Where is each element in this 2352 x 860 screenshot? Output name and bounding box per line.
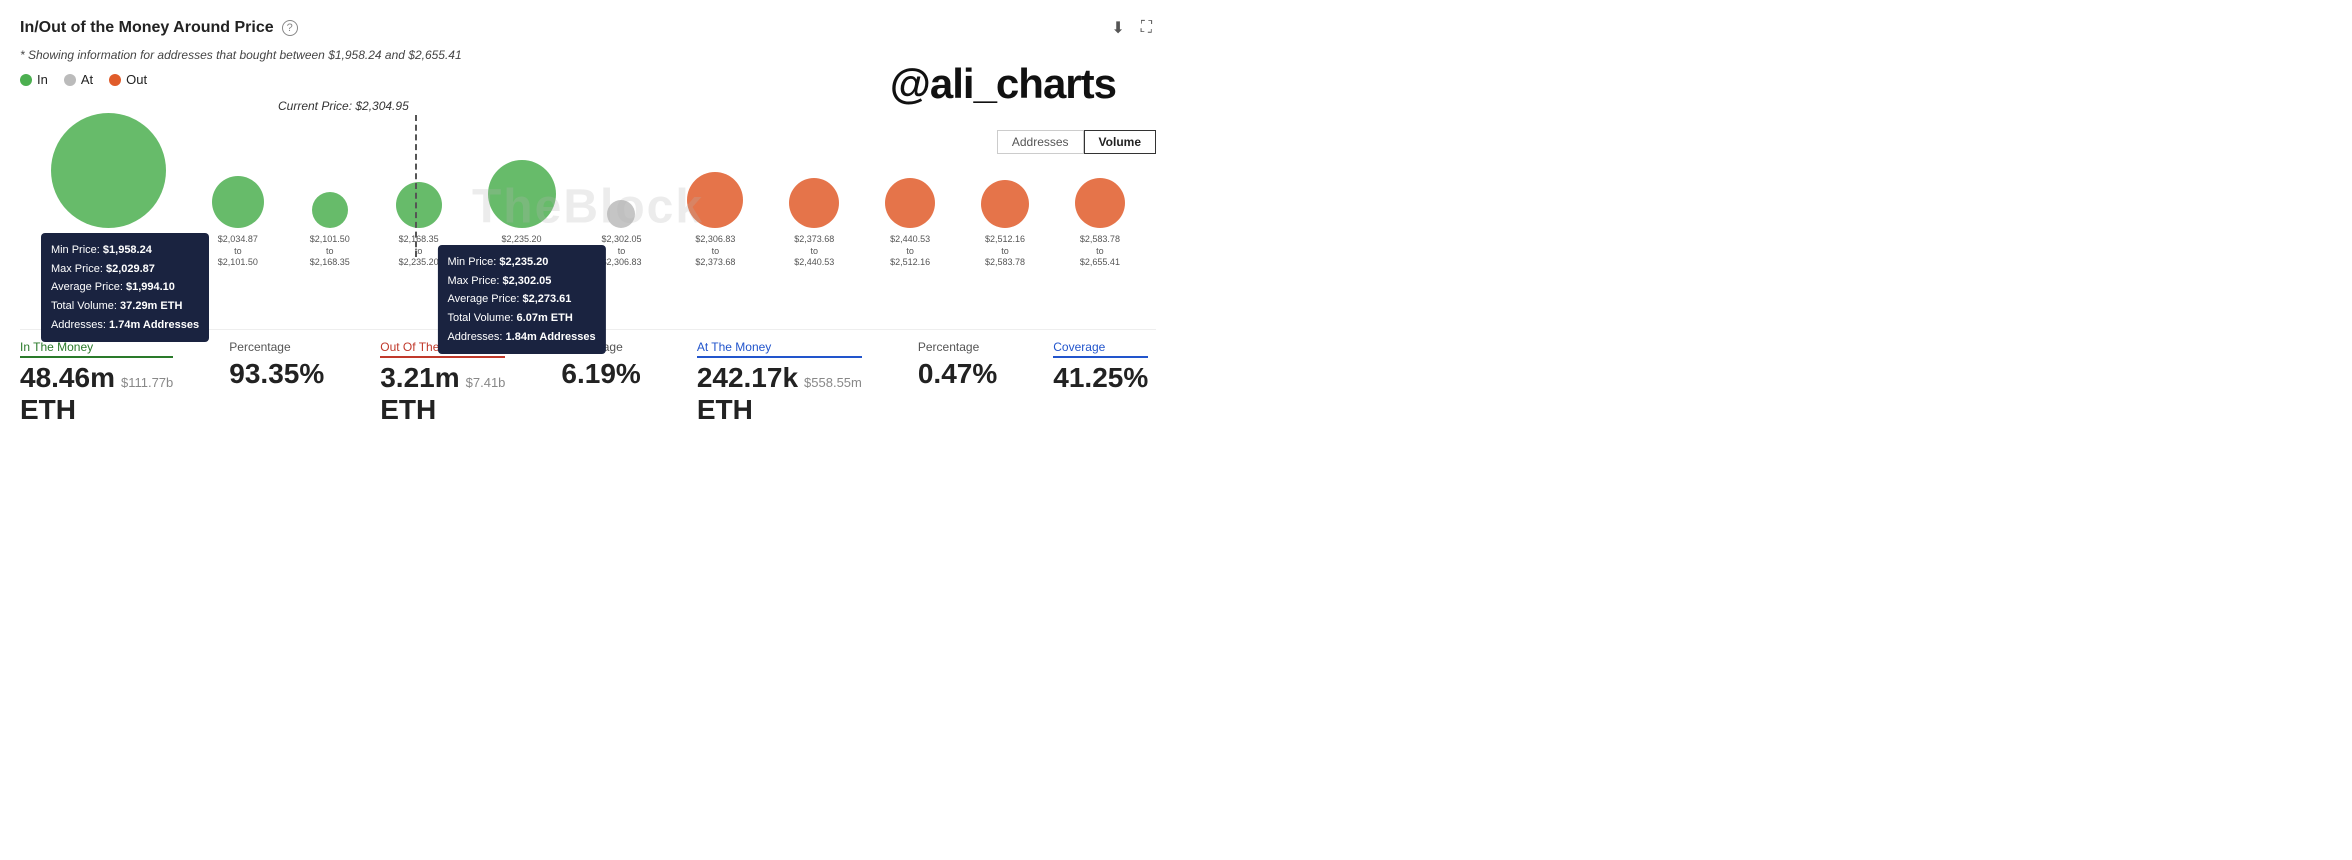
stat-out-eth: 3.21m ETH xyxy=(380,362,459,426)
stat-in-pct-value: 93.35% xyxy=(229,358,324,390)
legend-in-label: In xyxy=(37,72,48,87)
bubble-col-11: $2,583.78to$2,655.41 xyxy=(1075,178,1125,269)
bubble-col-3: $2,101.50to$2,168.35 xyxy=(310,192,350,269)
bubbles-container: Min Price: $1,958.24 Max Price: $2,029.8… xyxy=(20,119,1156,269)
bubble-7 xyxy=(687,172,743,228)
bubble-col-9: $2,440.53to$2,512.16 xyxy=(885,178,935,269)
bubble-2 xyxy=(212,176,264,228)
stat-cov-value: 41.25% xyxy=(1053,362,1148,394)
bubble-6 xyxy=(607,200,635,228)
stat-out-value: 3.21m ETH $7.41b xyxy=(380,362,505,426)
bubble-col-8: $2,373.68to$2,440.53 xyxy=(789,178,839,269)
range-3: $2,101.50to$2,168.35 xyxy=(310,234,350,269)
bubble-col-2: $2,034.87to$2,101.50 xyxy=(212,176,264,269)
stat-coverage: Coverage 41.25% xyxy=(1053,340,1164,394)
stat-in-sub: $111.77b xyxy=(121,375,173,390)
legend-in: In xyxy=(20,72,48,87)
legend-out-dot xyxy=(109,74,121,86)
bubble-1 xyxy=(51,113,166,228)
range-7: $2,306.83to$2,373.68 xyxy=(695,234,735,269)
stat-in-pct-group: Percentage 93.35% xyxy=(229,340,340,390)
bubble-3 xyxy=(312,192,348,228)
stat-out-sub: $7.41b xyxy=(466,375,506,390)
bubble-col-4: $2,168.35to$2,235.20 xyxy=(396,182,442,269)
legend-at: At xyxy=(64,72,93,87)
page-title: In/Out of the Money Around Price xyxy=(20,19,274,37)
stat-at-label: At The Money xyxy=(697,340,862,358)
stat-in-label: In The Money xyxy=(20,340,173,358)
range-4: $2,168.35to$2,235.20 xyxy=(399,234,439,269)
range-2: $2,034.87to$2,101.50 xyxy=(218,234,258,269)
range-10: $2,512.16to$2,583.78 xyxy=(985,234,1025,269)
legend: In At Out xyxy=(20,72,1156,87)
stat-at-pct-value: 0.47% xyxy=(918,358,997,390)
chart-area: TheBlock Current Price: $2,304.95 Min Pr… xyxy=(20,97,1156,317)
bubble-4 xyxy=(396,182,442,228)
stat-at-pct-label: Percentage xyxy=(918,340,997,354)
bubble-8 xyxy=(789,178,839,228)
bubble-col-5: Min Price: $2,235.20 Max Price: $2,302.0… xyxy=(488,160,556,269)
stat-at-value: 242.17k ETH $558.55m xyxy=(697,362,862,426)
range-8: $2,373.68to$2,440.53 xyxy=(794,234,834,269)
legend-at-dot xyxy=(64,74,76,86)
stat-in-eth: 48.46m ETH xyxy=(20,362,115,426)
help-icon[interactable]: ? xyxy=(282,20,298,36)
bubble-col-10: $2,512.16to$2,583.78 xyxy=(981,180,1029,269)
legend-at-label: At xyxy=(81,72,93,87)
bubble-col-7: $2,306.83to$2,373.68 xyxy=(687,172,743,269)
range-11: $2,583.78to$2,655.41 xyxy=(1080,234,1120,269)
expand-button[interactable]: ⛶ xyxy=(1137,16,1156,40)
bubble-col-6: $2,302.05to$2,306.83 xyxy=(601,200,641,269)
stat-cov-label: Coverage xyxy=(1053,340,1148,358)
range-6: $2,302.05to$2,306.83 xyxy=(601,234,641,269)
stat-at-the-money: At The Money 242.17k ETH $558.55m xyxy=(697,340,878,426)
current-price-label: Current Price: $2,304.95 xyxy=(278,99,409,113)
bubble-9 xyxy=(885,178,935,228)
bubble-11 xyxy=(1075,178,1125,228)
bubble-col-1: Min Price: $1,958.24 Max Price: $2,029.8… xyxy=(51,113,166,269)
range-9: $2,440.53to$2,512.16 xyxy=(890,234,930,269)
legend-out: Out xyxy=(109,72,147,87)
stat-in-value: 48.46m ETH $111.77b xyxy=(20,362,173,426)
stat-in-the-money: In The Money 48.46m ETH $111.77b xyxy=(20,340,189,426)
legend-in-dot xyxy=(20,74,32,86)
subtitle: * Showing information for addresses that… xyxy=(20,48,1156,62)
bubble-10 xyxy=(981,180,1029,228)
stat-at-eth: 242.17k ETH xyxy=(697,362,798,426)
current-price-line xyxy=(415,115,417,257)
download-button[interactable]: ⬇ xyxy=(1107,16,1128,40)
bubble-5 xyxy=(488,160,556,228)
tooltip-5: Min Price: $2,235.20 Max Price: $2,302.0… xyxy=(437,245,605,354)
legend-out-label: Out xyxy=(126,72,147,87)
stat-in-pct-label: Percentage xyxy=(229,340,324,354)
stat-at-sub: $558.55m xyxy=(804,375,862,390)
stat-at-pct-group: Percentage 0.47% xyxy=(918,340,1013,390)
stat-out-pct-value: 6.19% xyxy=(561,358,640,390)
tooltip-1: Min Price: $1,958.24 Max Price: $2,029.8… xyxy=(41,233,209,342)
